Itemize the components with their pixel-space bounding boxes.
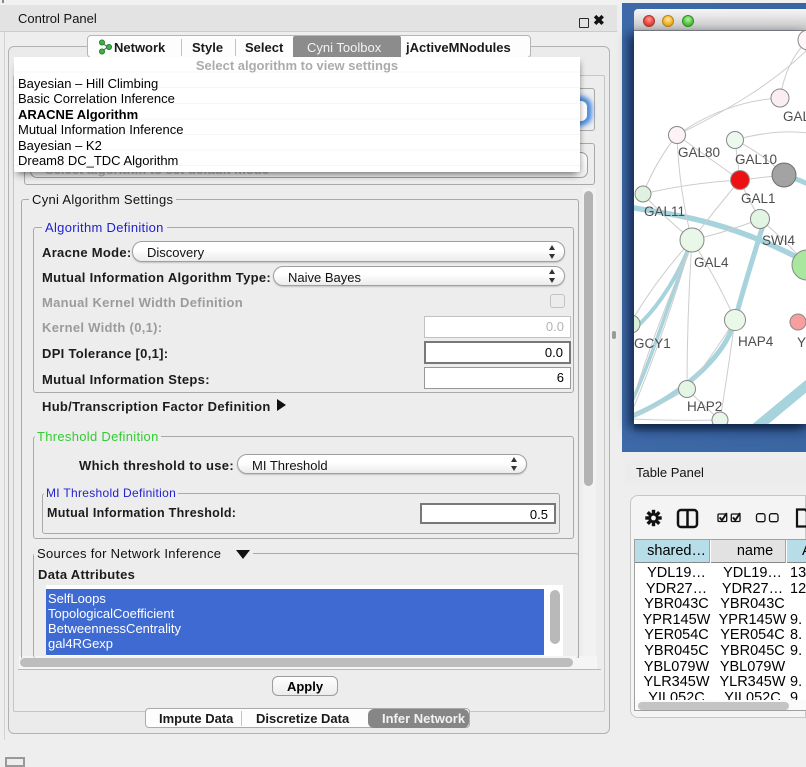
svg-text:HAP2: HAP2 <box>687 399 722 414</box>
svg-text:GAL4: GAL4 <box>694 255 729 270</box>
svg-text:GAL1: GAL1 <box>741 191 776 206</box>
svg-text:YE: YE <box>797 335 806 350</box>
svg-text:GAL80: GAL80 <box>678 145 720 160</box>
svg-text:GAL11: GAL11 <box>644 204 685 219</box>
svg-text:SWI4: SWI4 <box>762 233 795 248</box>
svg-text:HAP4: HAP4 <box>738 334 774 349</box>
svg-text:GAL10: GAL10 <box>735 152 777 167</box>
svg-text:GCY1: GCY1 <box>634 336 671 351</box>
svg-text:GAL7: GAL7 <box>783 109 806 124</box>
